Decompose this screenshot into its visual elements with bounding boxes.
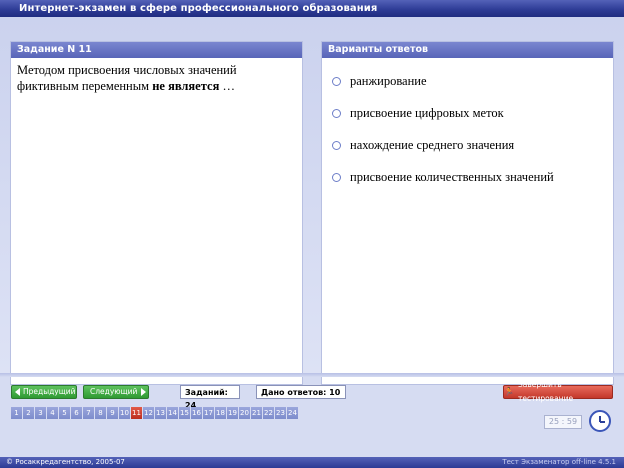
answer-option-label: присвоение цифровых меток <box>350 106 504 120</box>
copyright-text: © Росаккредагентство, 2005-07 <box>6 458 125 466</box>
question-number-12[interactable]: 12 <box>143 407 154 419</box>
divider <box>0 373 624 377</box>
question-number-7[interactable]: 7 <box>83 407 94 419</box>
question-number-5[interactable]: 5 <box>59 407 70 419</box>
question-number-24[interactable]: 24 <box>287 407 298 419</box>
next-button[interactable]: Следующий <box>83 385 149 399</box>
answer-option-4[interactable]: присвоение количественных значений <box>332 170 554 185</box>
question-text-emphasis: не является <box>152 79 220 93</box>
question-number-strip: 1 2 3 4 5 6 7 8 9 10 11 12 13 14 15 16 17 18 19 20 21 22 23 24 <box>11 407 299 419</box>
answer-option-label: присвоение количественных значений <box>350 170 554 184</box>
answer-option-label: нахождение среднего значения <box>350 138 515 152</box>
previous-button-label: Предыдущий <box>23 387 76 396</box>
timer-display: 25 : 59 <box>544 415 582 429</box>
answer-option-2[interactable]: присвоение цифровых меток <box>332 106 504 121</box>
question-number-15[interactable]: 15 <box>179 407 190 419</box>
question-number-19[interactable]: 19 <box>227 407 238 419</box>
question-number-21[interactable]: 21 <box>251 407 262 419</box>
arrow-right-icon <box>141 388 147 396</box>
finish-test-button[interactable]: 🏃 Завершить тестирование <box>503 380 613 403</box>
question-number-13[interactable]: 13 <box>155 407 166 419</box>
answer-option-3[interactable]: нахождение среднего значения <box>332 138 514 153</box>
question-header: Задание N 11 <box>11 42 302 58</box>
question-number-17[interactable]: 17 <box>203 407 214 419</box>
question-number-4[interactable]: 4 <box>47 407 58 419</box>
question-number-6[interactable]: 6 <box>71 407 82 419</box>
finish-test-label: Завершить тестирование <box>517 380 574 403</box>
window-title: Интернет-экзамен в сфере профессионально… <box>19 3 378 14</box>
question-panel: Задание N 11 Методом присвоения числовых… <box>11 42 302 384</box>
question-number-18[interactable]: 18 <box>215 407 226 419</box>
question-number-14[interactable]: 14 <box>167 407 178 419</box>
answer-option-label: ранжирование <box>350 74 427 88</box>
question-number-16[interactable]: 16 <box>191 407 202 419</box>
question-number-8[interactable]: 8 <box>95 407 106 419</box>
content-area: Задание N 11 Методом присвоения числовых… <box>0 17 624 384</box>
radio-icon[interactable] <box>332 173 341 182</box>
clock-icon <box>589 410 611 432</box>
radio-icon[interactable] <box>332 141 341 150</box>
previous-button[interactable]: Предыдущий <box>11 385 77 399</box>
version-text: Тест Экзаменатор off-line 4.5.1 <box>502 458 616 466</box>
status-bar: © Росаккредагентство, 2005-07 Тест Экзам… <box>0 457 624 468</box>
radio-icon[interactable] <box>332 109 341 118</box>
question-number-10[interactable]: 10 <box>119 407 130 419</box>
question-text-tail: … <box>219 79 235 93</box>
question-number-23[interactable]: 23 <box>275 407 286 419</box>
answer-option-1[interactable]: ранжирование <box>332 74 427 89</box>
question-number-2[interactable]: 2 <box>23 407 34 419</box>
question-number-1[interactable]: 1 <box>11 407 22 419</box>
tasks-counter: Заданий: 24 <box>180 385 240 410</box>
question-number-3[interactable]: 3 <box>35 407 46 419</box>
question-number-11[interactable]: 11 <box>131 407 142 419</box>
answers-header: Варианты ответов <box>322 42 613 58</box>
radio-icon[interactable] <box>332 77 341 86</box>
question-number-9[interactable]: 9 <box>107 407 118 419</box>
next-button-label: Следующий <box>90 387 138 396</box>
question-text: Методом присвоения числовых значений фик… <box>11 58 302 94</box>
question-number-22[interactable]: 22 <box>263 407 274 419</box>
answered-counter: Дано ответов: 10 <box>256 385 346 399</box>
answers-panel: Варианты ответов ранжирование присвоение… <box>322 42 613 384</box>
question-number-20[interactable]: 20 <box>239 407 250 419</box>
window-title-bar: Интернет-экзамен в сфере профессионально… <box>0 0 624 17</box>
arrow-left-icon <box>15 388 20 396</box>
runner-icon: 🏃 <box>504 387 514 396</box>
